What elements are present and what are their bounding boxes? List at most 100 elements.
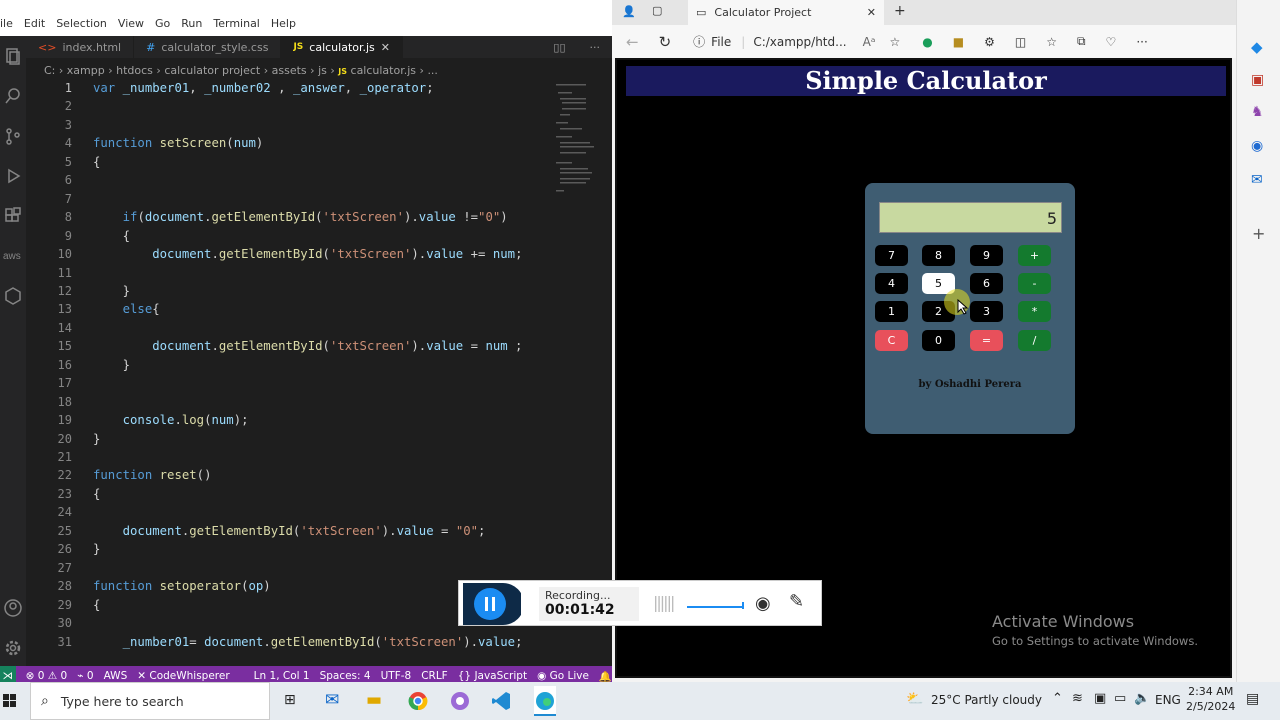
key-subtract-button[interactable]: - — [1018, 273, 1051, 294]
chrome-canary-icon[interactable] — [450, 691, 470, 711]
aws-status[interactable]: AWS — [104, 670, 128, 682]
breadcrumb-item[interactable]: xampp — [67, 64, 105, 77]
key-7-button[interactable]: 7 — [875, 245, 908, 266]
code-line[interactable]: { — [93, 229, 130, 243]
code-line[interactable]: { — [93, 487, 100, 501]
cursor-position[interactable]: Ln 1, Col 1 — [254, 670, 310, 682]
vscode-taskbar-icon[interactable] — [491, 691, 511, 711]
new-tab-button[interactable]: + — [894, 3, 906, 19]
favorites-icon[interactable]: ☆ — [1046, 35, 1057, 49]
code-editor[interactable]: 1 var _number01, _number02 , _answer, _op… — [30, 81, 612, 666]
code-line[interactable]: { — [93, 598, 100, 612]
key-4-button[interactable]: 4 — [875, 273, 908, 294]
code-line[interactable]: document.getElementById('txtScreen').val… — [93, 524, 486, 538]
hexagon-icon[interactable] — [0, 276, 26, 316]
office-icon[interactable]: ◉ — [1251, 138, 1263, 154]
extension-icon[interactable]: ■ — [953, 35, 964, 49]
breadcrumb-item[interactable]: js — [318, 64, 327, 77]
indentation-status[interactable]: Spaces: 4 — [320, 670, 371, 682]
code-line[interactable]: function setScreen(num) — [93, 136, 263, 150]
task-view-icon[interactable]: ⊞ — [284, 692, 296, 708]
key-1-button[interactable]: 1 — [875, 301, 908, 322]
breadcrumb-item[interactable]: C: — [44, 64, 55, 77]
ports-status[interactable]: ⌁ 0 — [77, 670, 93, 682]
browser-essentials-icon[interactable]: ♡ — [1106, 35, 1117, 49]
problems-status[interactable]: ⊗ 0 ⚠ 0 — [26, 670, 68, 682]
pause-button[interactable] — [463, 583, 521, 625]
key-8-button[interactable]: 8 — [922, 245, 955, 266]
browser-tab-calculator-project[interactable]: ▭ Calculator Project ✕ — [688, 0, 884, 25]
refresh-icon[interactable]: ↻ — [659, 33, 672, 51]
menu-selection[interactable]: Selection — [56, 17, 107, 30]
notifications-bell-icon[interactable]: 🔔 — [599, 670, 612, 683]
search-icon[interactable] — [0, 76, 26, 116]
explorer-icon[interactable] — [0, 36, 26, 76]
webcam-icon[interactable]: ◉ — [755, 593, 771, 614]
key-0-button[interactable]: 0 — [922, 330, 955, 351]
breadcrumb-item[interactable]: calculator.js — [351, 64, 417, 77]
more-actions-icon[interactable]: ··· — [578, 36, 613, 58]
language-indicator[interactable]: ENG — [1155, 693, 1181, 707]
tab-calculator-style-css[interactable]: # calculator_style.css — [134, 36, 282, 58]
code-line[interactable]: document.getElementById('txtScreen').val… — [93, 339, 522, 353]
taskbar-search-box[interactable]: ⌕ Type here to search — [30, 682, 270, 720]
breadcrumb-item[interactable]: assets — [272, 64, 307, 77]
key-multiply-button[interactable]: * — [1018, 301, 1051, 322]
tab-calculator-js[interactable]: JS calculator.js ✕ — [281, 36, 404, 58]
key-clear-button[interactable]: C — [875, 330, 908, 351]
source-control-icon[interactable] — [0, 116, 26, 156]
code-line[interactable]: function reset() — [93, 468, 211, 482]
show-hidden-icons[interactable]: ⌃ — [1052, 691, 1063, 706]
more-menu-icon[interactable]: ··· — [1136, 35, 1147, 49]
pen-icon[interactable]: ✎ — [789, 591, 804, 612]
menu-run[interactable]: Run — [181, 17, 202, 30]
network-icon[interactable]: ≋ — [1072, 691, 1083, 706]
breadcrumb-item[interactable]: ... — [427, 64, 438, 77]
language-mode[interactable]: {} JavaScript — [458, 670, 527, 682]
code-line[interactable]: document.getElementById('txtScreen').val… — [93, 247, 522, 261]
windows-start-icon[interactable] — [3, 694, 17, 708]
code-line[interactable]: { — [93, 155, 100, 169]
minimap[interactable] — [556, 82, 600, 222]
copilot-icon[interactable]: ◆ — [1251, 38, 1263, 56]
mail-icon[interactable]: ✉ — [325, 690, 339, 710]
breadcrumb-item[interactable]: htdocs — [116, 64, 153, 77]
extensions-puzzle-icon[interactable]: ⚙ — [984, 35, 995, 49]
games-icon[interactable]: ♞ — [1251, 104, 1264, 120]
go-live-button[interactable]: ◉ Go Live — [537, 670, 589, 682]
key-divide-button[interactable]: / — [1018, 330, 1051, 351]
outlook-icon[interactable]: ✉ — [1251, 172, 1263, 188]
file-explorer-icon[interactable]: ▬ — [366, 690, 382, 710]
txt-screen[interactable]: 5 — [879, 202, 1062, 233]
meet-now-icon[interactable]: ▣ — [1094, 691, 1106, 706]
favorite-star-icon[interactable]: ☆ — [890, 35, 901, 49]
code-line[interactable]: else{ — [93, 302, 160, 316]
aws-icon[interactable]: aws — [0, 236, 26, 276]
clock[interactable]: 2:34 AM 2/5/2024 — [1186, 684, 1235, 714]
tab-index-html[interactable]: <> index.html — [26, 36, 135, 58]
volume-icon[interactable]: 🔈 — [1134, 691, 1150, 706]
code-line[interactable]: var _number01, _number02 , _answer, _ope… — [93, 81, 434, 95]
key-add-button[interactable]: + — [1018, 245, 1051, 266]
menu-terminal[interactable]: Terminal — [213, 17, 260, 30]
read-aloud-icon[interactable]: Aᵃ — [863, 35, 876, 49]
code-line[interactable]: } — [93, 284, 130, 298]
info-icon[interactable]: ⓘ — [693, 33, 705, 50]
run-debug-icon[interactable] — [0, 156, 26, 196]
key-9-button[interactable]: 9 — [970, 245, 1003, 266]
menu-file[interactable]: ile — [0, 17, 13, 30]
codewhisperer-status[interactable]: ✕ CodeWhisperer — [137, 670, 229, 682]
battery-icon[interactable]: ▭ — [1114, 691, 1126, 706]
extensions-icon[interactable] — [0, 196, 26, 236]
settings-gear-icon[interactable] — [0, 628, 26, 668]
code-line[interactable]: } — [93, 358, 130, 372]
encoding-status[interactable]: UTF-8 — [381, 670, 412, 682]
menu-edit[interactable]: Edit — [24, 17, 45, 30]
weather-text[interactable]: 25°C Partly cloudy — [931, 693, 1042, 707]
notifications-icon[interactable]: ▤ — [1246, 691, 1259, 707]
tab-actions-icon[interactable]: ▢ — [652, 4, 662, 17]
close-tab-icon[interactable]: ✕ — [381, 41, 390, 54]
address-bar[interactable]: C:/xampp/htd... — [753, 35, 846, 49]
chrome-icon[interactable] — [408, 691, 428, 711]
grammarly-icon[interactable]: ● — [922, 35, 932, 49]
